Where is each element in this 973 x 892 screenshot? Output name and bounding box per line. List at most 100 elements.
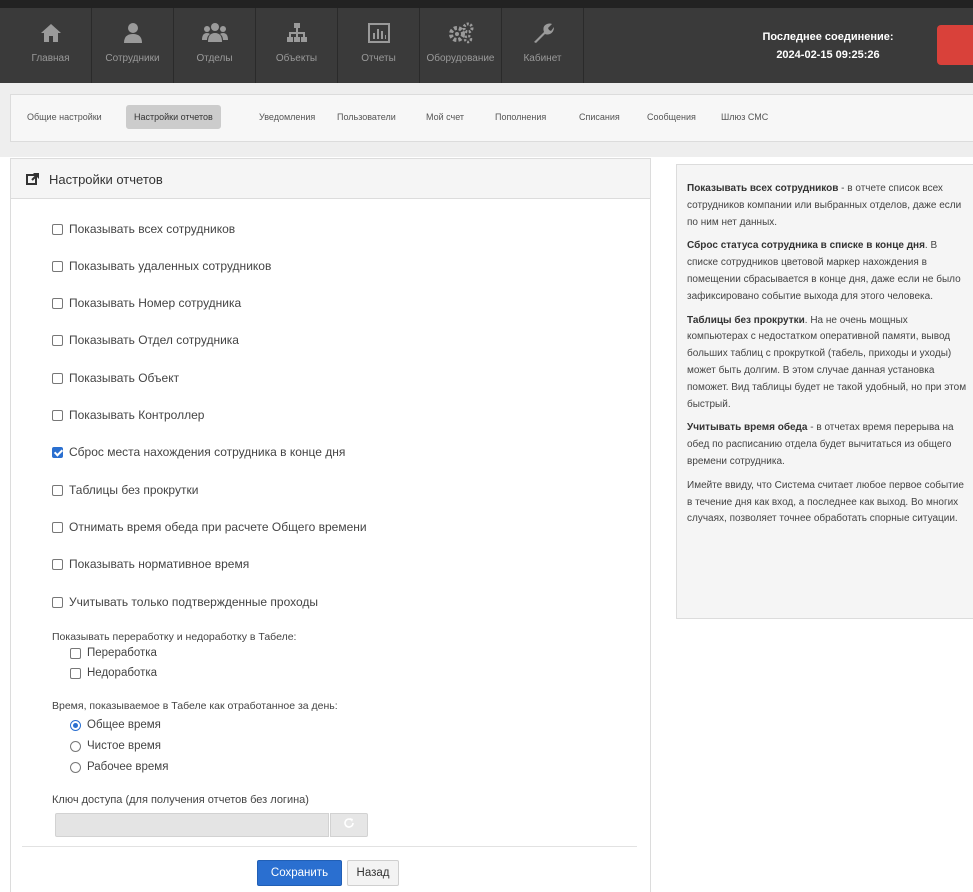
- nav-label: Объекты: [275, 53, 318, 64]
- checkbox[interactable]: [52, 260, 63, 272]
- tab-users[interactable]: Пользователи: [329, 105, 404, 129]
- nav-label: Отчеты: [361, 53, 396, 64]
- checkbox-label: Показывать удаленных сотрудников: [69, 259, 272, 273]
- checkbox-show-normative-time[interactable]: Показывать нормативное время: [52, 557, 249, 571]
- help-term: Сброс статуса сотрудника в списке в конц…: [687, 240, 925, 252]
- refresh-icon: [343, 816, 355, 834]
- help-panel: Показывать всех сотрудников - в отчете с…: [676, 164, 973, 619]
- back-button[interactable]: Назад: [347, 860, 399, 886]
- checkbox[interactable]: [52, 596, 63, 608]
- radio[interactable]: [70, 740, 81, 752]
- refresh-key-button[interactable]: [330, 813, 368, 837]
- nav-item-home[interactable]: Главная: [10, 8, 92, 83]
- nav-label: Главная: [31, 53, 70, 64]
- checkbox-label: Недоработка: [87, 667, 158, 679]
- checkbox-show-employee-department[interactable]: Показывать Отдел сотрудника: [52, 333, 239, 347]
- checkbox-label: Сброс места нахождения сотрудника в конц…: [69, 445, 346, 459]
- access-key-label: Ключ доступа (для получения отчетов без …: [52, 794, 309, 806]
- help-text: . На не очень мощных компьютерах с недос…: [687, 314, 967, 410]
- checkbox-label: Переработка: [87, 647, 157, 659]
- checkbox-show-controller[interactable]: Показывать Контроллер: [52, 408, 204, 422]
- group-icon: [201, 21, 228, 45]
- checkbox-undertime[interactable]: Недоработка: [70, 667, 157, 679]
- checkbox[interactable]: [52, 409, 63, 421]
- home-icon: [40, 21, 62, 45]
- checkbox-label: Показывать Отдел сотрудника: [69, 333, 239, 347]
- checkbox[interactable]: [52, 223, 63, 235]
- checkbox[interactable]: [52, 297, 63, 309]
- help-term: Показывать всех сотрудников: [687, 183, 839, 194]
- overtime-group-label: Показывать переработку и недоработку в Т…: [52, 631, 297, 643]
- top-navbar: Главная Сотрудники Отделы Объекты Отчеты…: [0, 0, 973, 83]
- checkbox-subtract-lunch[interactable]: Отнимать время обеда при расчете Общего …: [52, 520, 367, 534]
- tab-report-settings[interactable]: Настройки отчетов: [126, 105, 221, 129]
- help-text: Имейте ввиду, что Система считает любое …: [687, 479, 964, 525]
- nav-item-departments[interactable]: Отделы: [174, 8, 256, 83]
- checkbox-tables-no-scroll[interactable]: Таблицы без прокрутки: [52, 483, 198, 497]
- checkbox-label: Таблицы без прокрутки: [69, 483, 199, 497]
- checkbox[interactable]: [52, 334, 63, 346]
- tab-topups[interactable]: Пополнения: [487, 105, 554, 129]
- help-paragraph: Показывать всех сотрудников - в отчете с…: [687, 181, 967, 231]
- tab-notifications[interactable]: Уведомления: [251, 105, 323, 129]
- nav-label: Оборудование: [426, 53, 495, 64]
- checkbox-label: Показывать Номер сотрудника: [69, 296, 242, 310]
- help-paragraph: Таблицы без прокрутки. На не очень мощны…: [687, 313, 967, 414]
- nav-item-reports[interactable]: Отчеты: [338, 8, 420, 83]
- last-connection: Последнее соединение: 2024-02-15 09:25:2…: [728, 8, 928, 83]
- sitemap-icon: [286, 21, 308, 45]
- tab-general-settings[interactable]: Общие настройки: [19, 105, 110, 129]
- checkbox[interactable]: [52, 372, 63, 384]
- checkbox[interactable]: [52, 521, 63, 533]
- panel-title: Настройки отчетов: [49, 172, 163, 187]
- checkbox-overtime[interactable]: Переработка: [70, 647, 157, 659]
- alert-button[interactable]: [937, 25, 973, 65]
- checkbox-label: Показывать всех сотрудников: [69, 222, 236, 236]
- nav-label: Сотрудники: [105, 53, 160, 64]
- help-paragraph: Учитывать время обеда - в отчетах время …: [687, 420, 967, 470]
- radio-total-time[interactable]: Общее время: [70, 719, 161, 731]
- radio-net-time[interactable]: Чистое время: [70, 740, 161, 752]
- tab-sms-gateway[interactable]: Шлюз СМС: [713, 105, 776, 129]
- last-connection-label: Последнее соединение:: [762, 31, 894, 43]
- nav-item-employees[interactable]: Сотрудники: [92, 8, 174, 83]
- worked-time-group-label: Время, показываемое в Табеле как отработ…: [52, 700, 338, 712]
- radio-label: Общее время: [87, 719, 161, 731]
- tab-charges[interactable]: Списания: [571, 105, 628, 129]
- checkbox-label: Показывать нормативное время: [69, 557, 250, 571]
- checkbox[interactable]: [70, 667, 81, 679]
- nav-item-objects[interactable]: Объекты: [256, 8, 338, 83]
- radio[interactable]: [70, 761, 81, 773]
- checkbox-reset-location-end-of-day[interactable]: Сброс места нахождения сотрудника в конц…: [52, 445, 345, 459]
- checkbox-show-all-employees[interactable]: Показывать всех сотрудников: [52, 222, 235, 236]
- checkbox-label: Показывать Контроллер: [69, 408, 205, 422]
- radio-label: Чистое время: [87, 740, 161, 752]
- nav-label: Отделы: [196, 53, 233, 64]
- checkbox-show-employee-number[interactable]: Показывать Номер сотрудника: [52, 296, 241, 310]
- nav-label: Кабинет: [523, 53, 562, 64]
- checkbox-label: Показывать Объект: [69, 371, 180, 385]
- radio-checked[interactable]: [70, 719, 81, 731]
- checkbox-show-object[interactable]: Показывать Объект: [52, 371, 179, 385]
- tab-messages[interactable]: Сообщения: [639, 105, 704, 129]
- radio-working-time[interactable]: Рабочее время: [70, 761, 168, 773]
- checkbox-confirmed-passes-only[interactable]: Учитывать только подтвержденные проходы: [52, 595, 318, 609]
- save-button[interactable]: Сохранить: [257, 860, 342, 886]
- checkbox[interactable]: [70, 647, 81, 659]
- checkbox[interactable]: [52, 484, 63, 496]
- wrench-icon: [532, 21, 554, 45]
- nav-item-equipment[interactable]: Оборудование: [420, 8, 502, 83]
- checkbox[interactable]: [52, 558, 63, 570]
- checkbox-show-deleted-employees[interactable]: Показывать удаленных сотрудников: [52, 259, 271, 273]
- gears-icon: [448, 21, 474, 45]
- user-icon: [123, 21, 143, 45]
- form-divider: [22, 846, 637, 847]
- tab-my-account[interactable]: Мой счет: [418, 105, 472, 129]
- nav-item-cabinet[interactable]: Кабинет: [502, 8, 584, 83]
- panel-header: Настройки отчетов: [11, 159, 650, 199]
- checkbox-checked[interactable]: [52, 446, 63, 458]
- settings-tabs: Общие настройки Настройки отчетов Уведом…: [10, 94, 973, 142]
- radio-label: Рабочее время: [87, 761, 169, 773]
- access-key-input[interactable]: [55, 813, 329, 837]
- checkbox-label: Учитывать только подтвержденные проходы: [69, 595, 319, 609]
